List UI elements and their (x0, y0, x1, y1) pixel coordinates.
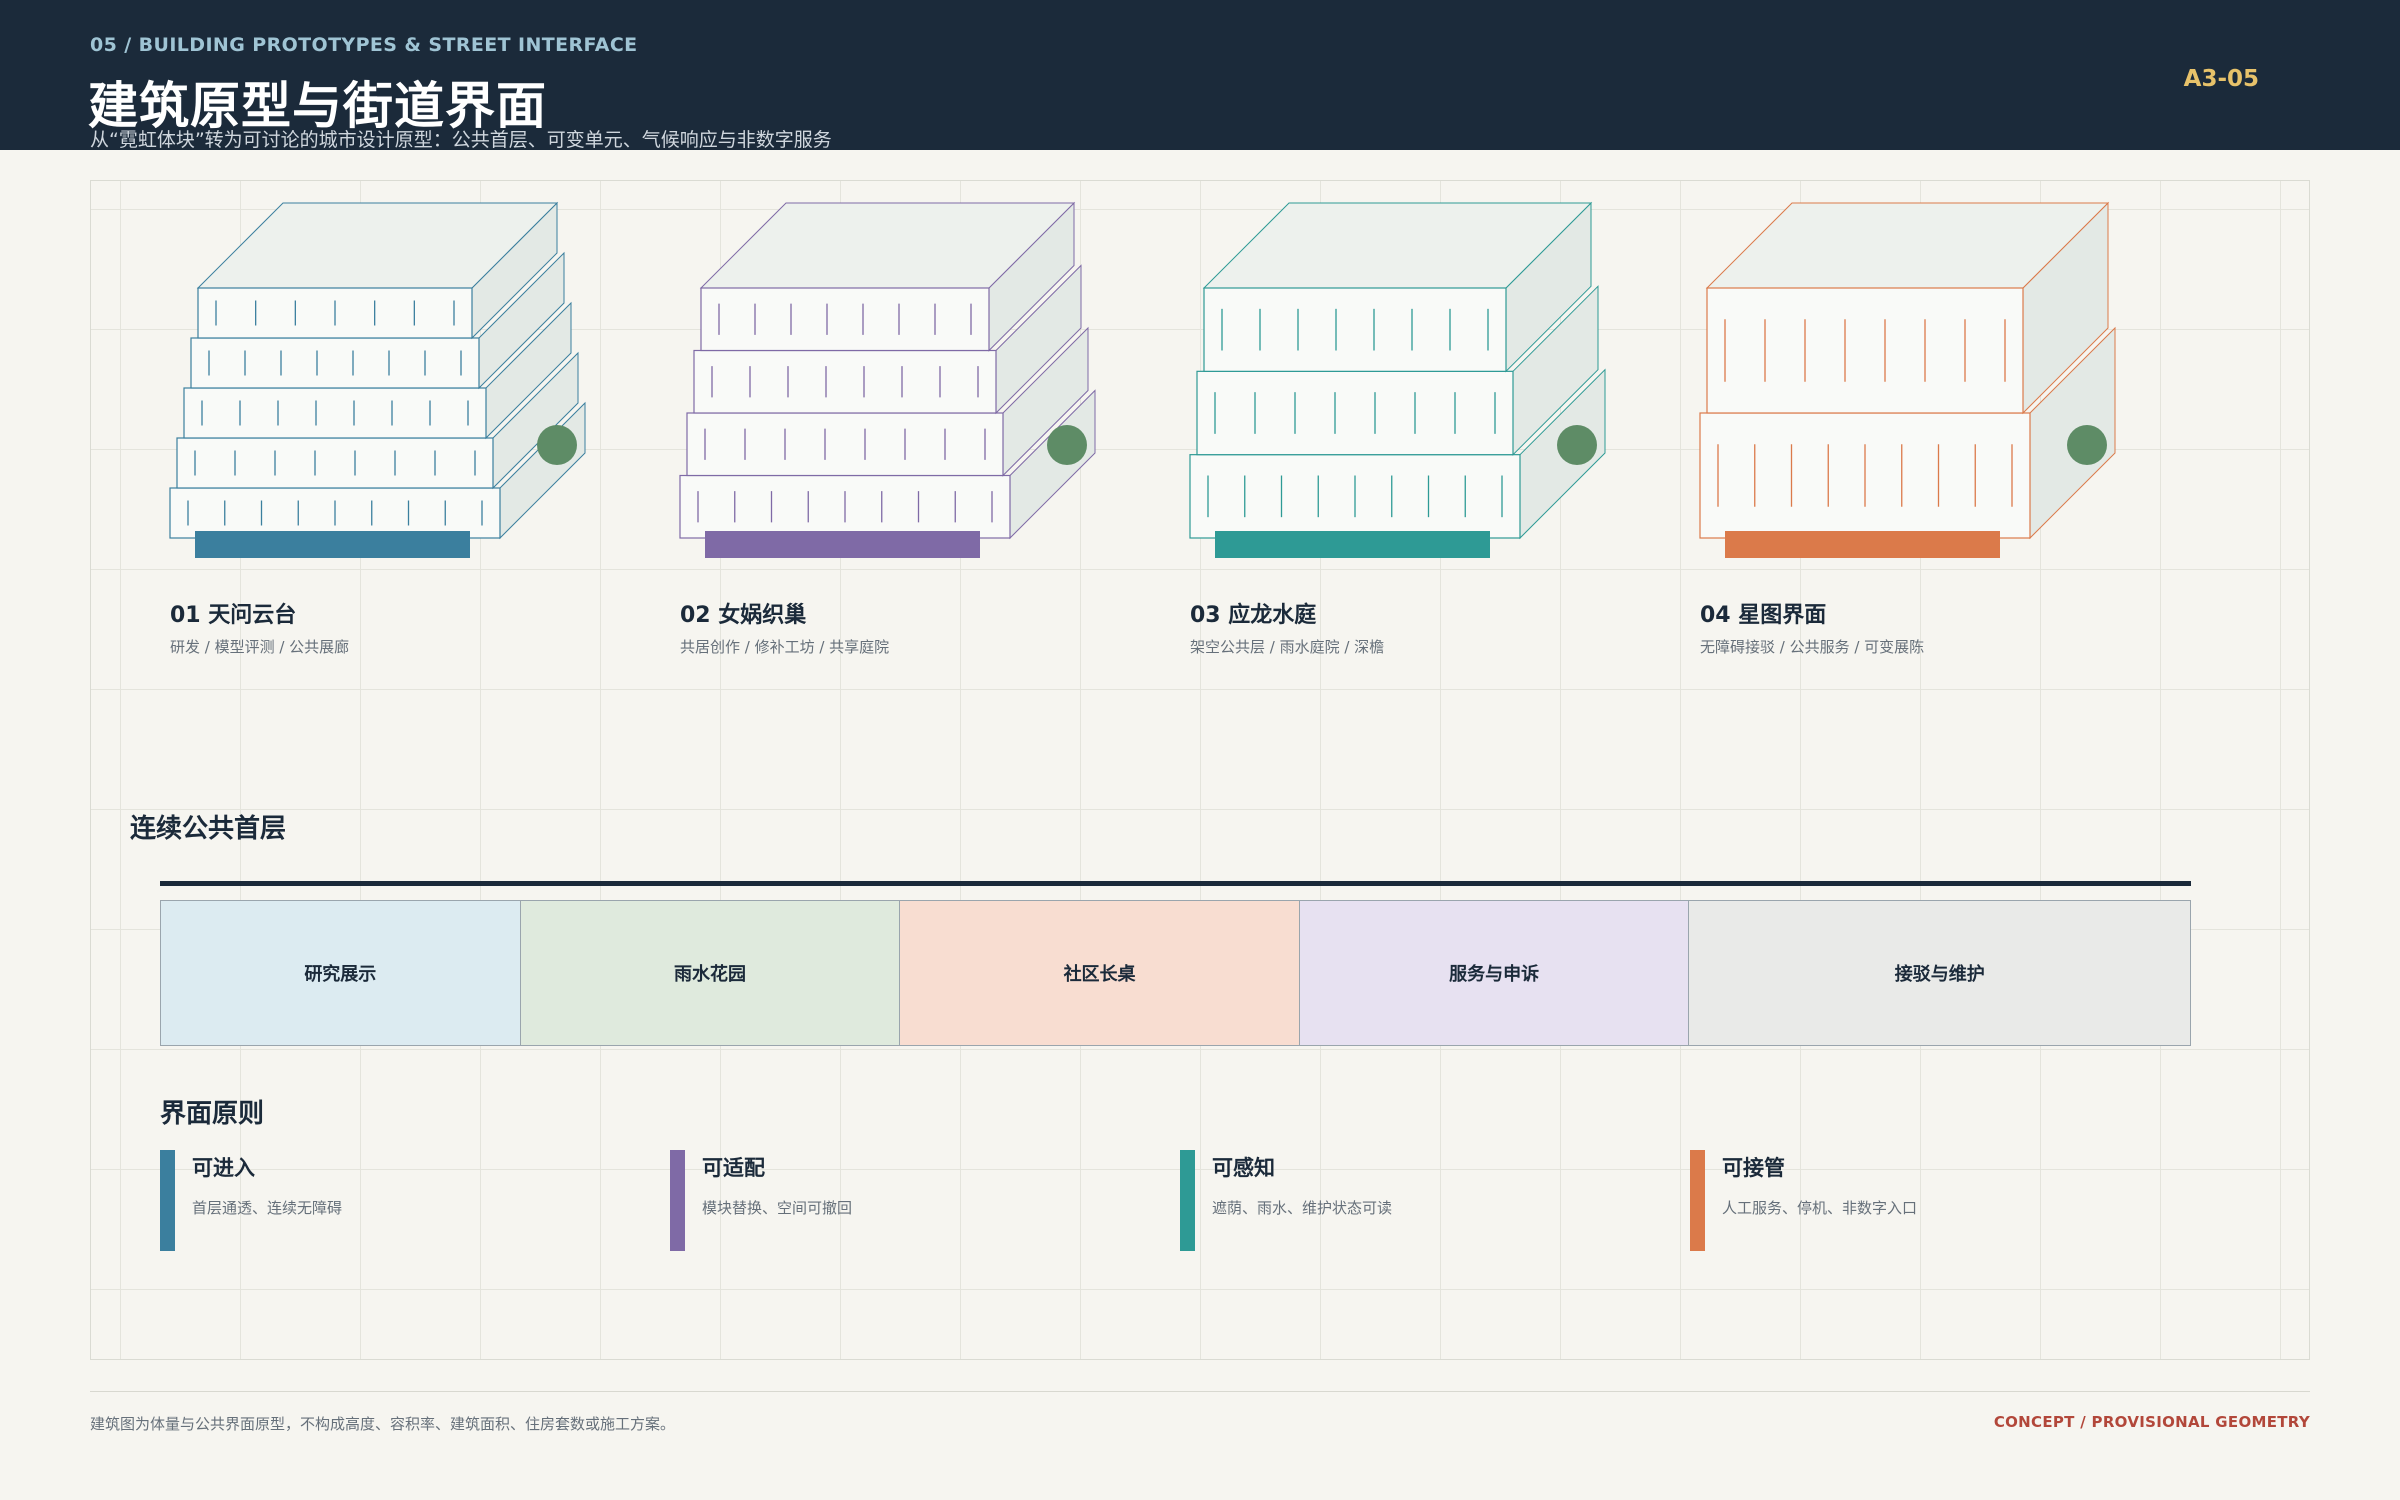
principle-bar-1 (160, 1150, 175, 1251)
b4-base-plinth (1725, 531, 2000, 558)
b1-floor-4-front (190, 337, 480, 389)
principle-bar-3 (1180, 1150, 1195, 1251)
principle-desc-4: 人工服务、停机、非数字入口 (1722, 1199, 1918, 1217)
b1-node-dot (537, 425, 577, 465)
prototype-desc-1: 研发 / 模型评测 / 公共展廊 (170, 638, 350, 656)
principle-desc-1: 首层通透、连续无障碍 (192, 1199, 343, 1217)
principle-title-2: 可适配 (702, 1156, 765, 1180)
b1-floor-3-front (183, 387, 487, 439)
principle-title-1: 可进入 (192, 1156, 255, 1180)
b2-floor-4-front (700, 287, 990, 352)
prototype-title-4: 04 星图界面 (1700, 603, 1827, 628)
b2-floor-3-front (693, 349, 997, 414)
building-prototypes-drawing (169, 201, 2116, 558)
ground-floor-strip: 研究展示 雨水花园 社区长桌 服务与申诉 接驳与维护 (160, 900, 2191, 1046)
b2-node-dot (1047, 425, 1087, 465)
b3-floor-2-front (1196, 370, 1514, 456)
segment-service-appeal: 服务与申诉 (1299, 901, 1690, 1045)
segment-rain-garden: 雨水花园 (520, 901, 901, 1045)
ground-floor-title: 连续公共首层 (130, 814, 287, 844)
prototype-title-1: 01 天问云台 (170, 603, 297, 628)
principle-desc-2: 模块替换、空间可撤回 (702, 1199, 853, 1217)
prototype-desc-3: 架空公共层 / 雨水庭院 / 深檐 (1190, 638, 1385, 656)
principle-title-3: 可感知 (1212, 1156, 1275, 1180)
segment-research-display: 研究展示 (161, 901, 521, 1045)
principles-title: 界面原则 (160, 1099, 265, 1129)
b4-floor-2-front (1706, 287, 2024, 414)
footer-divider (90, 1391, 2310, 1392)
b3-floor-3-front (1203, 287, 1507, 372)
b3-base-plinth (1215, 531, 1490, 558)
segment-community-table: 社区长桌 (900, 901, 1300, 1045)
b2-base-plinth (705, 531, 980, 558)
prototype-title-3: 03 应龙水庭 (1190, 603, 1317, 628)
b4-node-dot (2067, 425, 2107, 465)
b1-base-plinth (195, 531, 470, 558)
principle-desc-3: 遮荫、雨水、维护状态可读 (1212, 1199, 1393, 1217)
footer-tag: CONCEPT / PROVISIONAL GEOMETRY (1993, 1413, 2310, 1431)
principle-title-4: 可接管 (1722, 1156, 1785, 1180)
footer-note: 建筑图为体量与公共界面原型，不构成高度、容积率、建筑面积、住房套数或施工方案。 (90, 1415, 676, 1433)
prototype-desc-4: 无障碍接驳 / 公共服务 / 可变展陈 (1700, 638, 1925, 656)
b3-node-dot (1557, 425, 1597, 465)
prototype-desc-2: 共居创作 / 修补工坊 / 共享庭院 (680, 638, 890, 656)
segment-transfer-maintenance: 接驳与维护 (1689, 901, 2190, 1045)
principle-bar-4 (1690, 1150, 1705, 1251)
principle-bar-2 (670, 1150, 685, 1251)
prototype-title-2: 02 女娲织巢 (680, 603, 807, 628)
b2-floor-2-front (686, 412, 1004, 477)
b1-floor-2-front (176, 437, 494, 489)
ground-floor-roof-line (160, 881, 2191, 886)
